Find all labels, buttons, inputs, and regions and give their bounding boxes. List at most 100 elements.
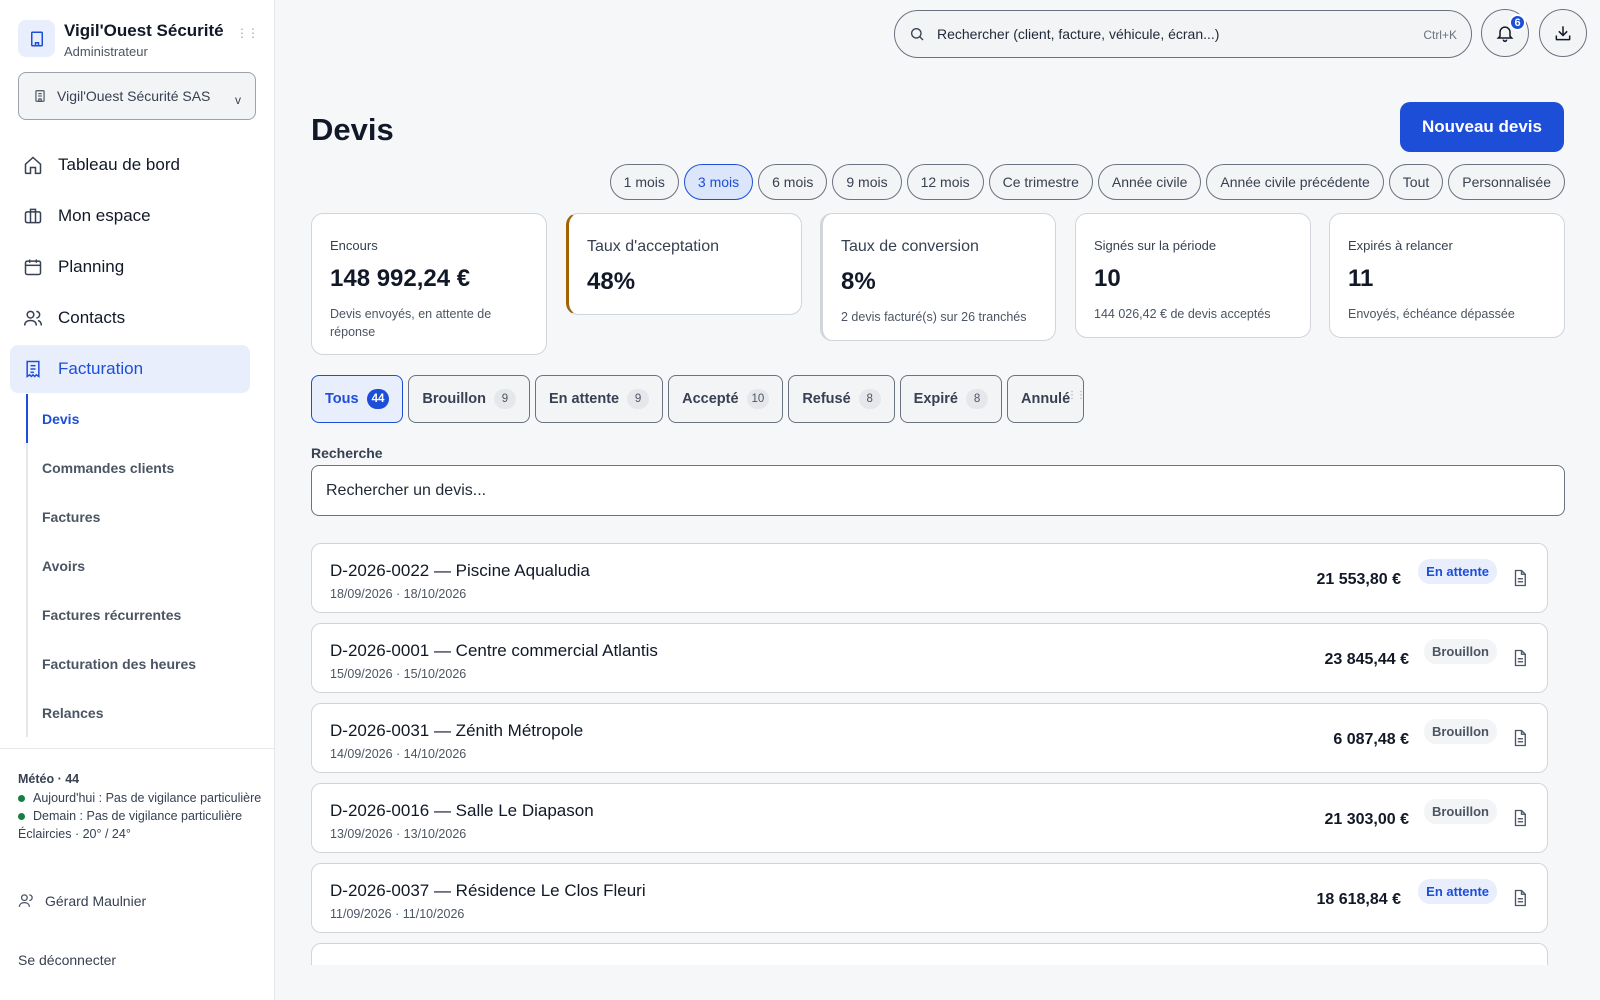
status-dot-icon xyxy=(18,813,25,820)
drag-handle-icon[interactable]: ⋮⋮ xyxy=(236,27,259,39)
weather-summary: Éclaircies · 20° / 24° xyxy=(18,827,131,841)
period-3-months[interactable]: 3 mois xyxy=(683,164,754,200)
subnav-item-hours-billing[interactable]: Facturation des heures xyxy=(28,639,246,688)
period-filter: 1 mois 3 mois 6 mois 9 mois 12 mois Ce t… xyxy=(609,164,1565,200)
period-this-quarter[interactable]: Ce trimestre xyxy=(988,164,1093,200)
weather-widget: Météo · 44 Aujourd'hui : Pas de vigilanc… xyxy=(18,770,263,843)
document-icon[interactable] xyxy=(1511,728,1529,753)
document-icon[interactable] xyxy=(1511,648,1529,673)
quote-dates: 11/09/2026 · 11/10/2026 xyxy=(330,907,465,921)
nav-item-contacts[interactable]: Contacts xyxy=(10,294,250,342)
download-button[interactable] xyxy=(1539,9,1587,57)
new-quote-button[interactable]: Nouveau devis xyxy=(1400,102,1564,152)
period-12-months[interactable]: 12 mois xyxy=(906,164,984,200)
kpi-card-signed: Signés sur la période 10 144 026,42 € de… xyxy=(1075,213,1311,338)
period-calendar-year[interactable]: Année civile xyxy=(1097,164,1202,200)
tab-count: 44 xyxy=(366,389,390,409)
brand-name: Vigil'Ouest Sécurité xyxy=(64,21,224,40)
briefcase-icon xyxy=(22,205,44,227)
notifications-button[interactable]: 6 xyxy=(1481,9,1529,57)
company-select-value: Vigil'Ouest Sécurité SAS xyxy=(57,88,211,104)
list-bottom-edge xyxy=(311,965,1565,1000)
kpi-subtext: 144 026,42 € de devis acceptés xyxy=(1094,307,1271,321)
quote-row[interactable]: D-2026-0031 — Zénith Métropole 14/09/2026… xyxy=(311,703,1548,773)
billing-subnav: Devis Commandes clients Factures Avoirs … xyxy=(26,394,246,737)
nav-item-dashboard[interactable]: Tableau de bord xyxy=(10,141,250,189)
quote-row[interactable]: D-2026-0022 — Piscine Aqualudia 18/09/202… xyxy=(311,543,1548,613)
users-icon xyxy=(22,307,44,329)
quote-title: D-2026-0037 — Résidence Le Clos Fleuri xyxy=(330,881,646,900)
kpi-value: 148 992,24 € xyxy=(330,265,471,292)
period-1-month[interactable]: 1 mois xyxy=(609,164,679,200)
drag-handle-icon[interactable]: ⋮⋮ xyxy=(1067,391,1086,401)
tab-accepted[interactable]: Accepté 10 xyxy=(668,375,784,423)
tab-all[interactable]: Tous 44 xyxy=(311,375,404,423)
quote-title: D-2026-0016 — Salle Le Diapason xyxy=(330,801,594,820)
page-title: Devis xyxy=(311,112,394,147)
kpi-value: 8% xyxy=(841,268,876,295)
quote-title: D-2026-0001 — Centre commercial Atlantis xyxy=(330,641,658,660)
chevron-down-icon: v xyxy=(235,93,241,107)
home-icon xyxy=(22,154,44,176)
nav-item-billing[interactable]: Facturation xyxy=(10,345,250,393)
nav-label: Facturation xyxy=(58,359,144,378)
status-dot-icon xyxy=(18,795,25,802)
kpi-value: 48% xyxy=(587,268,636,295)
tab-label: Annulé xyxy=(1021,391,1071,407)
tab-pending[interactable]: En attente 9 xyxy=(535,375,664,423)
kpi-label: Taux d'acceptation xyxy=(587,238,720,255)
tab-expired[interactable]: Expiré 8 xyxy=(899,375,1003,423)
kpi-card-expired: Expirés à relancer 11 Envoyés, échéance … xyxy=(1329,213,1565,338)
nav-label: Contacts xyxy=(58,308,126,327)
tab-label: Refusé xyxy=(802,391,851,407)
kpi-label: Signés sur la période xyxy=(1094,238,1217,253)
user-profile[interactable]: Gérard Maulnier xyxy=(18,892,146,909)
subnav-item-reminders[interactable]: Relances xyxy=(28,688,246,737)
document-icon[interactable] xyxy=(1511,568,1529,593)
kpi-label: Encours xyxy=(330,238,378,253)
brand: Vigil'Ouest Sécurité Administrateur ⋮⋮ xyxy=(18,18,259,60)
download-icon xyxy=(1555,26,1571,41)
quote-row[interactable] xyxy=(311,943,1548,965)
kpi-subtext: Devis envoyés, en attente de réponse xyxy=(330,307,492,339)
quote-row[interactable]: D-2026-0016 — Salle Le Diapason 13/09/202… xyxy=(311,783,1548,853)
global-search-placeholder: Rechercher (client, facture, véhicule, é… xyxy=(937,26,1220,42)
quote-dates: 18/09/2026 · 18/10/2026 xyxy=(330,587,467,601)
period-previous-calendar-year[interactable]: Année civile précédente xyxy=(1206,164,1384,200)
main-nav: Tableau de bord Mon espace Planning Cont… xyxy=(10,141,250,396)
tab-draft[interactable]: Brouillon 9 xyxy=(408,375,530,423)
global-search-input[interactable]: Rechercher (client, facture, véhicule, é… xyxy=(894,10,1472,58)
quote-search-input[interactable] xyxy=(311,465,1565,516)
notification-badge: 6 xyxy=(1509,14,1526,31)
invoice-icon xyxy=(22,358,44,380)
tab-refused[interactable]: Refusé 8 xyxy=(788,375,895,423)
kpi-cards: Encours 148 992,24 € Devis envoyés, en a… xyxy=(311,213,1565,358)
subnav-item-orders[interactable]: Commandes clients xyxy=(28,443,246,492)
tab-label: Expiré xyxy=(913,391,959,407)
logout-link[interactable]: Se déconnecter xyxy=(18,952,116,968)
document-icon[interactable] xyxy=(1511,888,1529,913)
quote-dates: 14/09/2026 · 14/10/2026 xyxy=(330,747,467,761)
subnav-item-credit-notes[interactable]: Avoirs xyxy=(28,541,246,590)
kpi-card-conversion-rate: Taux de conversion 8% 2 devis facturé(s)… xyxy=(820,213,1056,341)
subnav-item-devis[interactable]: Devis xyxy=(26,394,246,443)
building-icon xyxy=(35,90,45,102)
quote-row[interactable]: D-2026-0037 — Résidence Le Clos Fleuri 11… xyxy=(311,863,1548,933)
subnav-item-invoices[interactable]: Factures xyxy=(28,492,246,541)
period-all[interactable]: Tout xyxy=(1388,164,1444,200)
document-icon[interactable] xyxy=(1511,808,1529,833)
period-9-months[interactable]: 9 mois xyxy=(832,164,902,200)
quote-dates: 15/09/2026 · 15/10/2026 xyxy=(330,667,467,681)
kpi-subtext: Envoyés, échéance dépassée xyxy=(1348,307,1515,321)
nav-item-planning[interactable]: Planning xyxy=(10,243,250,291)
nav-item-my-space[interactable]: Mon espace xyxy=(10,192,250,240)
kpi-value: 11 xyxy=(1348,265,1374,292)
weather-tomorrow: Demain : Pas de vigilance particulière xyxy=(33,809,243,823)
subnav-item-recurring-invoices[interactable]: Factures récurrentes xyxy=(28,590,246,639)
period-6-months[interactable]: 6 mois xyxy=(758,164,828,200)
company-select[interactable]: Vigil'Ouest Sécurité SAS v xyxy=(18,72,256,120)
quote-row[interactable]: D-2026-0001 — Centre commercial Atlantis… xyxy=(311,623,1548,693)
period-custom[interactable]: Personnalisée xyxy=(1448,164,1565,200)
quote-amount: 18 618,84 € xyxy=(1316,891,1401,908)
nav-label: Planning xyxy=(58,257,125,276)
